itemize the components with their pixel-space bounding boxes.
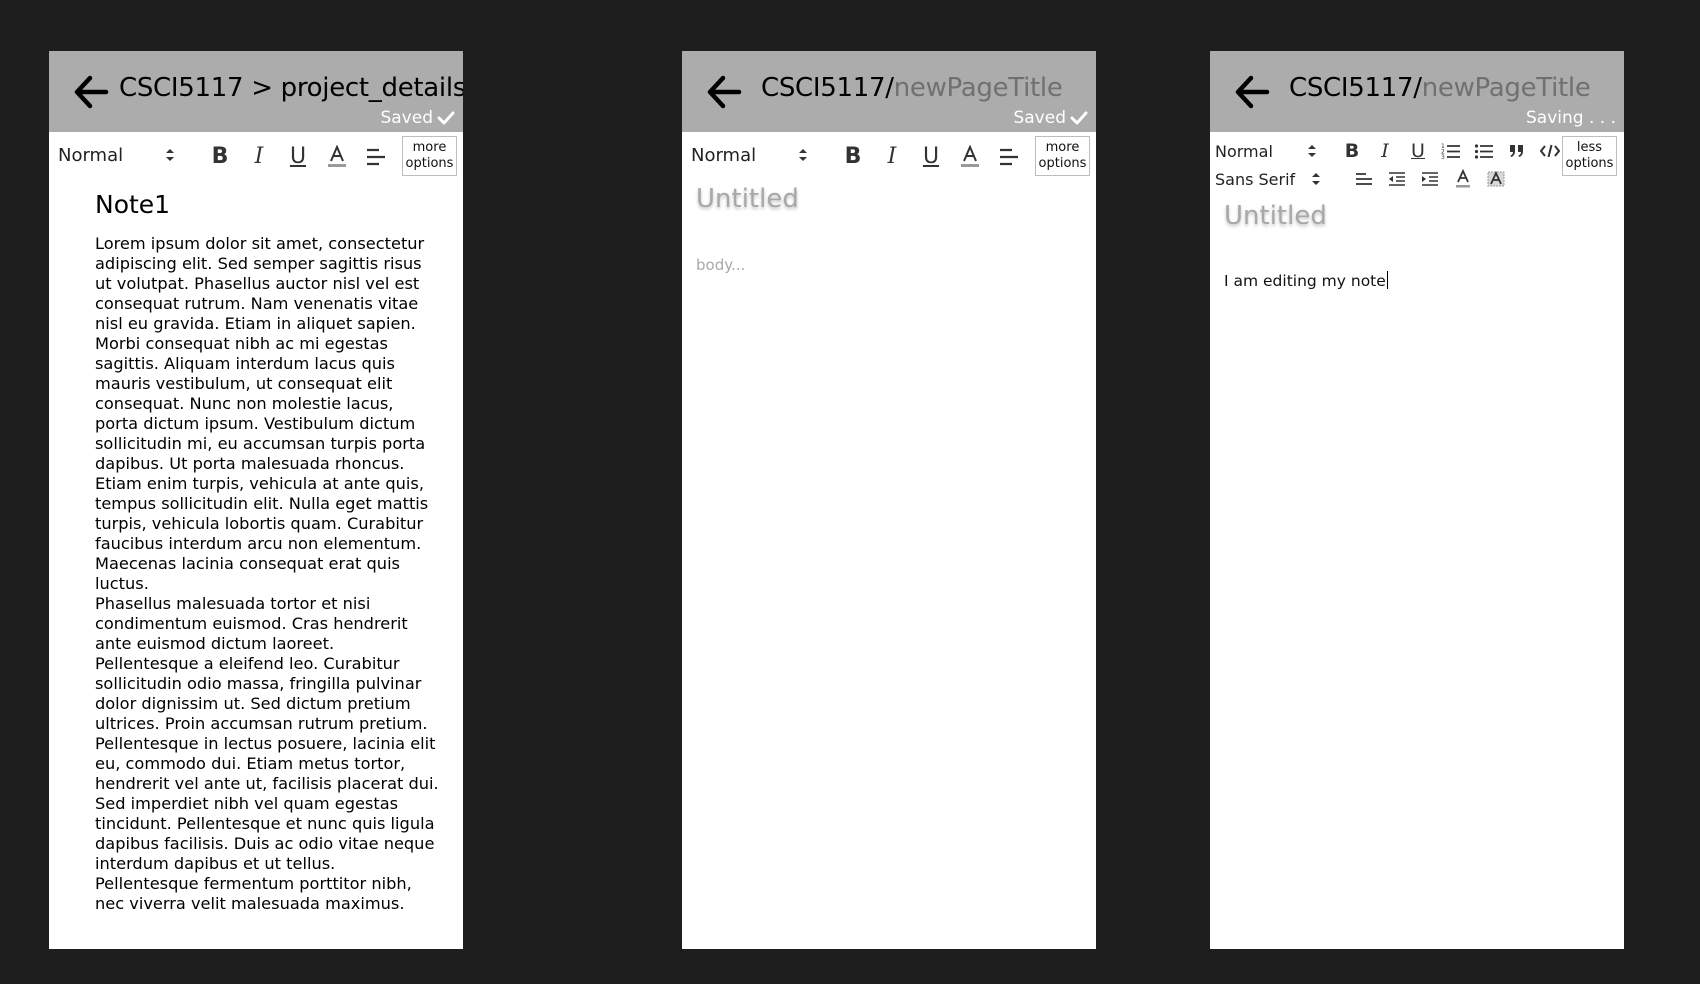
text-color-icon[interactable] [955, 142, 985, 172]
align-left-icon[interactable] [1349, 164, 1379, 194]
updown-icon [166, 149, 174, 161]
new-note-screen: CSCI5117/newPageTitle Saved Normal B I U… [682, 51, 1096, 949]
italic-icon[interactable]: I [877, 142, 907, 172]
editing-note-screen: CSCI5117/newPageTitle Saving . . . Norma… [1210, 51, 1624, 949]
title-placeholder[interactable]: Untitled [696, 184, 799, 214]
italic-icon[interactable]: I [244, 142, 274, 172]
text-color-icon[interactable] [1448, 164, 1478, 194]
paragraph-style-value: Normal [691, 144, 757, 166]
bullet-list-icon[interactable] [1469, 136, 1499, 166]
paragraph-style-select[interactable]: Normal [691, 143, 808, 167]
align-left-icon[interactable] [361, 142, 391, 172]
save-status-label: Saving . . . [1526, 108, 1616, 128]
save-status: Saved [380, 108, 455, 128]
breadcrumb: CSCI5117/newPageTitle [761, 73, 1063, 103]
less-options-line2: options [1565, 156, 1614, 171]
ordered-list-icon[interactable]: 123 [1436, 136, 1466, 166]
back-arrow-icon[interactable] [1234, 75, 1270, 109]
font-family-value: Sans Serif [1215, 169, 1296, 189]
indent-icon[interactable] [1415, 164, 1445, 194]
underline-icon[interactable]: U [283, 142, 313, 172]
note-screen-saved: CSCI5117 > project_details Saved Normal … [49, 51, 463, 949]
updown-icon [1308, 145, 1316, 157]
note-body-editor[interactable]: I am editing my note [1224, 271, 1388, 290]
underline-icon[interactable]: U [1403, 136, 1433, 166]
breadcrumb: CSCI5117/newPageTitle [1289, 73, 1591, 103]
paragraph-style-select[interactable]: Normal [58, 143, 175, 167]
formatting-toolbar: Normal B I U more options [682, 132, 1096, 180]
less-options-button[interactable]: less options [1562, 136, 1617, 176]
updown-icon [799, 149, 807, 161]
header-bar: CSCI5117/newPageTitle Saved [682, 51, 1096, 132]
underline-icon[interactable]: U [916, 142, 946, 172]
text-color-icon[interactable] [322, 142, 352, 172]
more-options-button[interactable]: more options [402, 136, 457, 176]
check-icon [437, 111, 455, 125]
header-bar: CSCI5117/newPageTitle Saving . . . [1210, 51, 1624, 132]
outdent-icon[interactable] [1382, 164, 1412, 194]
note-body[interactable]: Lorem ipsum dolor sit amet, consectetur … [95, 234, 440, 914]
less-options-line1: less [1576, 140, 1603, 155]
page-title-input[interactable]: newPageTitle [894, 73, 1063, 103]
back-arrow-icon[interactable] [73, 75, 109, 109]
check-icon [1070, 111, 1088, 125]
more-options-button[interactable]: more options [1035, 136, 1090, 176]
more-options-line2: options [1038, 156, 1087, 171]
svg-text:3: 3 [1441, 154, 1445, 160]
breadcrumb-course: CSCI5117/ [1289, 73, 1422, 103]
paragraph-style-value: Normal [58, 144, 124, 166]
back-arrow-icon[interactable] [706, 75, 742, 109]
formatting-toolbar-expanded: Normal B I U 123 less options Sans Serif [1210, 132, 1624, 192]
paragraph-style-select[interactable]: Normal [1215, 140, 1317, 162]
body-placeholder[interactable]: body... [696, 256, 745, 274]
body-paragraph: Phasellus malesuada tortor et nisi condi… [95, 594, 439, 913]
italic-icon[interactable]: I [1370, 136, 1400, 166]
more-options-line2: options [405, 156, 454, 171]
align-left-icon[interactable] [994, 142, 1024, 172]
updown-icon [1312, 173, 1320, 185]
note-body-text: I am editing my note [1224, 272, 1386, 290]
highlight-icon[interactable] [1481, 164, 1511, 194]
bold-icon[interactable]: B [205, 142, 235, 172]
font-family-select[interactable]: Sans Serif [1215, 168, 1321, 190]
page-title-input[interactable]: newPageTitle [1422, 73, 1591, 103]
body-paragraph: Lorem ipsum dolor sit amet, consectetur … [95, 234, 429, 593]
save-status: Saving . . . [1526, 108, 1616, 128]
bold-icon[interactable]: B [1337, 136, 1367, 166]
more-options-line1: more [1045, 140, 1080, 155]
more-options-line1: more [412, 140, 447, 155]
text-cursor [1386, 271, 1388, 289]
breadcrumb: CSCI5117 > project_details [119, 73, 463, 103]
title-placeholder[interactable]: Untitled [1224, 201, 1327, 231]
save-status-label: Saved [1013, 108, 1066, 128]
quote-icon[interactable] [1502, 136, 1532, 166]
save-status: Saved [1013, 108, 1088, 128]
code-icon[interactable] [1535, 136, 1565, 166]
breadcrumb-course: CSCI5117/ [761, 73, 894, 103]
formatting-toolbar: Normal B I U more options [49, 132, 463, 180]
header-bar: CSCI5117 > project_details Saved [49, 51, 463, 132]
bold-icon[interactable]: B [838, 142, 868, 172]
paragraph-style-value: Normal [1215, 141, 1273, 161]
save-status-label: Saved [380, 108, 433, 128]
note-title[interactable]: Note1 [95, 190, 170, 219]
